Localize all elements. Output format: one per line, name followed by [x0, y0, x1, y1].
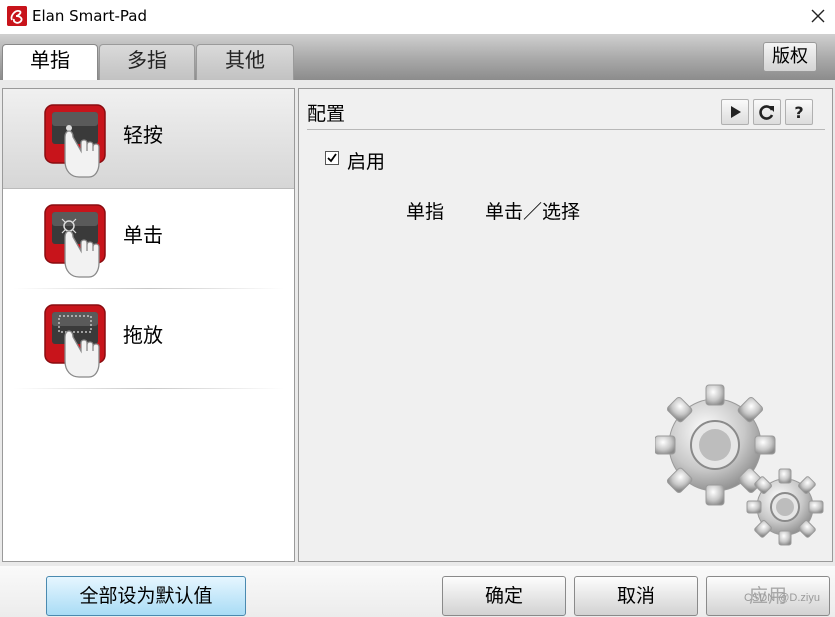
gears-icon — [655, 383, 827, 547]
enable-label: 启用 — [347, 151, 386, 173]
config-divider — [307, 129, 825, 130]
copyright-button[interactable]: 版权 — [763, 42, 817, 72]
help-button[interactable]: ? — [785, 99, 813, 125]
gesture-list: 轻按 单击 拖放 — [2, 88, 295, 562]
main-area: 轻按 单击 拖放 配置 ? 启用 单指 单击／选择 — [0, 80, 835, 566]
gesture-item-drag[interactable]: 拖放 — [3, 289, 294, 389]
play-icon — [731, 106, 741, 118]
detail-gesture-text: 单指 — [406, 201, 445, 223]
gesture-item-tap[interactable]: 轻按 — [3, 89, 294, 189]
touchpad-tap-icon — [43, 101, 109, 181]
close-icon — [811, 9, 825, 23]
enable-checkbox[interactable] — [325, 151, 339, 165]
tab-other[interactable]: 其他 — [196, 44, 294, 80]
touchpad-drag-icon — [43, 301, 109, 381]
bottom-bar: 全部设为默认值 确定 取消 应用 CSDN @D.ziyu — [0, 566, 835, 617]
tab-multi-finger[interactable]: 多指 — [99, 44, 195, 80]
tab-strip: 单指 多指 其他 版权 — [0, 34, 835, 80]
gesture-item-click[interactable]: 单击 — [3, 189, 294, 289]
refresh-button[interactable] — [753, 99, 781, 125]
check-icon — [327, 153, 337, 163]
list-separator — [13, 388, 284, 389]
ok-button[interactable]: 确定 — [442, 576, 566, 616]
touchpad-click-icon — [43, 201, 109, 281]
detail-action-text: 单击／选择 — [485, 201, 581, 223]
refresh-icon — [759, 105, 774, 120]
cancel-button[interactable]: 取消 — [574, 576, 698, 616]
tab-single-finger[interactable]: 单指 — [2, 44, 98, 80]
window-title: Elan Smart-Pad — [32, 7, 147, 25]
close-button[interactable] — [806, 4, 830, 28]
play-button[interactable] — [721, 99, 749, 125]
gesture-item-label: 拖放 — [123, 323, 163, 347]
elan-logo-icon — [7, 6, 27, 26]
help-icon: ? — [794, 103, 803, 122]
config-panel: 配置 ? 启用 单指 单击／选择 — [298, 88, 833, 562]
config-title: 配置 — [307, 103, 346, 125]
watermark-text: CSDN @D.ziyu — [744, 592, 820, 604]
restore-defaults-button[interactable]: 全部设为默认值 — [46, 576, 246, 616]
gesture-item-label: 轻按 — [123, 123, 163, 147]
title-bar: Elan Smart-Pad — [0, 0, 835, 34]
gesture-item-label: 单击 — [123, 223, 163, 247]
svg-text:?: ? — [794, 103, 803, 122]
